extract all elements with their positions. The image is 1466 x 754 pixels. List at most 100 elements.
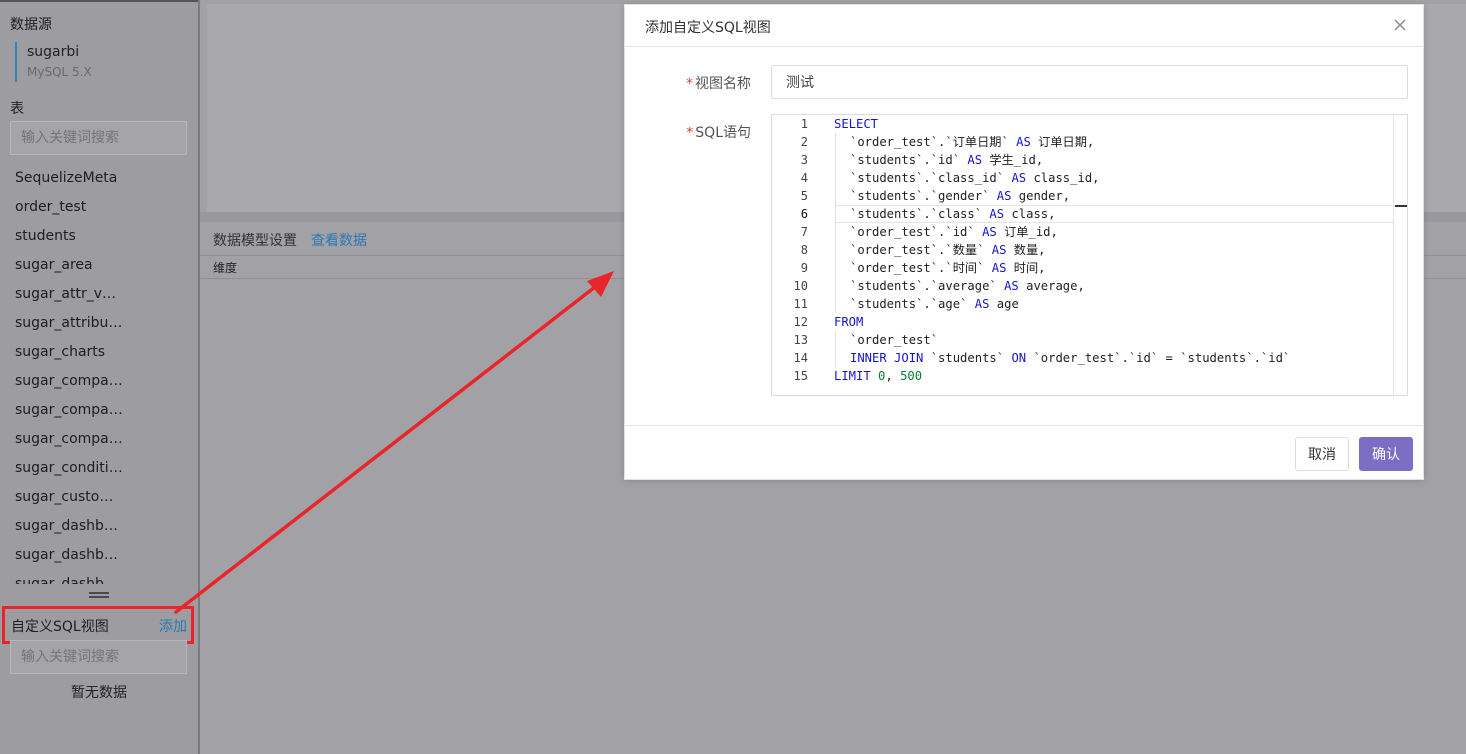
sql-text: `order_test`.`订单日期` bbox=[850, 135, 1017, 149]
sql-text: `students`.`average` bbox=[850, 279, 1005, 293]
sql-text: average, bbox=[1018, 279, 1085, 293]
sql-text: 订单日期, bbox=[1030, 135, 1095, 149]
confirm-button[interactable]: 确认 bbox=[1359, 437, 1413, 471]
sql-text: 学生_id, bbox=[982, 153, 1044, 167]
custom-sql-search-input[interactable] bbox=[10, 640, 187, 674]
line-number: 6 bbox=[800, 207, 808, 221]
sql-keyword: INNER JOIN bbox=[850, 351, 924, 365]
dimension-label: 维度 bbox=[213, 261, 238, 275]
table-list-item[interactable]: sugar_conditions bbox=[15, 454, 123, 483]
custom-sql-title: 自定义SQL视图 bbox=[11, 619, 109, 635]
table-list-item[interactable]: SequelizeMeta bbox=[15, 164, 123, 193]
sql-text: `order_test`.`时间` bbox=[850, 261, 992, 275]
add-custom-sql-link[interactable]: 添加 bbox=[159, 616, 187, 636]
code-line: `students`.`average` AS average, bbox=[835, 277, 1085, 295]
sql-keyword: AS bbox=[996, 189, 1012, 203]
required-marker: * bbox=[686, 125, 694, 141]
sql-keyword: AS bbox=[974, 297, 990, 311]
sql-keyword: FROM bbox=[834, 315, 864, 329]
sql-text: 数量, bbox=[1006, 243, 1046, 257]
sql-label: * SQL语句 bbox=[686, 125, 751, 141]
scrollbar-marker[interactable] bbox=[1395, 205, 1407, 207]
code-line: `order_test`.`数量` AS 数量, bbox=[835, 241, 1046, 259]
sidebar-divider[interactable] bbox=[198, 0, 200, 754]
table-list-item[interactable]: sugar_dashboard_users bbox=[15, 570, 123, 584]
sql-text: `students`.`age` bbox=[850, 297, 975, 311]
code-line: `students`.`class` AS class, bbox=[835, 205, 1055, 223]
line-number: 12 bbox=[793, 315, 808, 329]
code-line: `order_test` bbox=[835, 331, 938, 349]
line-number: 8 bbox=[800, 243, 808, 257]
modal-header: 添加自定义SQL视图 bbox=[625, 5, 1423, 47]
table-list-item[interactable]: students bbox=[15, 222, 123, 251]
sql-text: gender, bbox=[1011, 189, 1071, 203]
sql-text: class, bbox=[1004, 207, 1056, 221]
line-number: 1 bbox=[800, 117, 808, 131]
sql-text: class_id, bbox=[1026, 171, 1100, 185]
sql-text: `students`.`gender` bbox=[850, 189, 997, 203]
code-line: LIMIT 0, 500 bbox=[834, 367, 922, 385]
line-number: 14 bbox=[793, 351, 808, 365]
view-name-label: * 视图名称 bbox=[686, 76, 751, 92]
line-number-gutter: 1 2 3 4 5 6 7 8 9 10 11 12 13 14 15 bbox=[772, 115, 822, 395]
code-line: FROM bbox=[834, 313, 863, 331]
code-line: `students`.`age` AS age bbox=[835, 295, 1019, 313]
table-list-item[interactable]: sugar_dashboard_items bbox=[15, 541, 123, 570]
sql-code-editor[interactable]: 1 2 3 4 5 6 7 8 9 10 11 12 13 14 15 SELECT `order_test`… bbox=[771, 114, 1408, 396]
datasource-item[interactable]: sugarbi MySQL 5.X bbox=[15, 42, 92, 82]
code-area[interactable]: SELECT `order_test`.`订单日期` AS 订单日期, `stude… bbox=[822, 115, 1395, 395]
sql-text: `order_test`.`id` = `students`.`id` bbox=[1026, 351, 1291, 365]
resize-handle[interactable] bbox=[89, 592, 109, 603]
table-list-item[interactable]: sugar_area bbox=[15, 251, 123, 280]
datasource-type: MySQL 5.X bbox=[27, 65, 92, 79]
table-list-item[interactable]: sugar_company_users bbox=[15, 396, 123, 425]
sql-keyword: AS bbox=[1004, 279, 1019, 293]
close-icon[interactable] bbox=[1391, 16, 1409, 34]
datasource-title: 数据源 bbox=[10, 17, 52, 33]
sql-text: 时间, bbox=[1006, 261, 1046, 275]
sql-text: `order_test`.`数量` bbox=[850, 243, 992, 257]
sql-text: `students`.`id` bbox=[850, 153, 968, 167]
line-number: 7 bbox=[800, 225, 808, 239]
sql-text: , bbox=[885, 369, 901, 383]
code-line: `students`.`gender` AS gender, bbox=[835, 187, 1070, 205]
table-list-item[interactable]: sugar_attr_value bbox=[15, 280, 123, 309]
sql-keyword: AS bbox=[967, 153, 983, 167]
editor-scrollbar[interactable] bbox=[1393, 115, 1407, 395]
table-search-input[interactable] bbox=[10, 121, 187, 155]
line-number: 3 bbox=[800, 153, 808, 167]
table-list-item[interactable]: sugar_companys bbox=[15, 425, 123, 454]
sql-keyword: LIMIT bbox=[834, 369, 871, 383]
code-line: `order_test`.`订单日期` AS 订单日期, bbox=[835, 133, 1094, 151]
tables-title: 表 bbox=[10, 101, 24, 117]
empty-state: 暂无数据 bbox=[71, 685, 127, 701]
table-list-item[interactable]: sugar_attributes bbox=[15, 309, 123, 338]
sql-text: `students`.`class` bbox=[850, 207, 990, 221]
view-name-input[interactable] bbox=[771, 65, 1408, 99]
required-marker: * bbox=[686, 76, 693, 92]
table-list-item[interactable]: sugar_charts bbox=[15, 338, 123, 367]
datasource-name: sugarbi bbox=[27, 44, 80, 60]
sql-keyword: SELECT bbox=[834, 117, 879, 131]
table-list-item[interactable]: sugar_companies bbox=[15, 367, 123, 396]
add-custom-sql-modal: 添加自定义SQL视图 *视图名称 *SQL语句 1234567891011121… bbox=[624, 4, 1424, 480]
code-line: `order_test`.`时间` AS 时间, bbox=[835, 259, 1046, 277]
table-list: SequelizeMeta order_test students sugar_are… bbox=[15, 164, 195, 584]
cancel-button[interactable]: 取消 bbox=[1295, 437, 1349, 471]
view-data-link[interactable]: 查看数据 bbox=[311, 230, 367, 250]
table-list-item[interactable]: order_test bbox=[15, 193, 123, 222]
sql-keyword: AS bbox=[991, 243, 1007, 257]
sidebar: 数据源 sugarbi MySQL 5.X 表 SequelizeMetaord… bbox=[0, 0, 198, 754]
sql-text: `students` bbox=[923, 351, 1012, 365]
table-list-item[interactable]: sugar_custom_sqls bbox=[15, 483, 123, 512]
line-number: 15 bbox=[793, 369, 808, 383]
code-line: `order_test`.`id` AS 订单_id, bbox=[835, 223, 1058, 241]
table-list-item[interactable]: sugar_dashboards bbox=[15, 512, 123, 541]
line-number: 11 bbox=[793, 297, 808, 311]
sql-text: 订单_id, bbox=[996, 225, 1058, 239]
sql-text: `students`.`class_id` bbox=[850, 171, 1012, 185]
line-number: 2 bbox=[800, 135, 808, 149]
code-line: `students`.`class_id` AS class_id, bbox=[835, 169, 1100, 187]
code-line: SELECT bbox=[834, 115, 878, 133]
modal-title: 添加自定义SQL视图 bbox=[645, 20, 771, 36]
